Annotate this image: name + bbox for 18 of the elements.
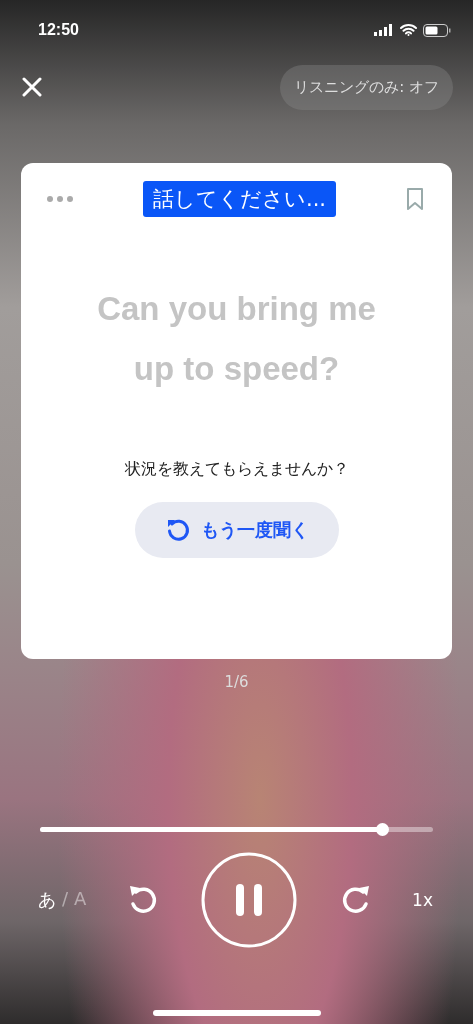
translation-text: 状況を教えてもらえませんか？ [124,459,349,480]
signal-icon [374,24,394,36]
progress-thumb[interactable] [375,823,389,836]
separator: / [62,888,69,911]
english-phrase: Can you bring me up to speed? [96,289,377,389]
wifi-icon [400,24,417,36]
page-counter: 1/6 [223,673,250,691]
status-time: 12:50 [38,21,79,39]
listening-only-toggle[interactable]: リスニングのみ: オフ [280,64,453,110]
replay-button[interactable]: もう一度聞く [134,502,339,558]
speak-prompt: 話してください... [143,181,336,217]
close-icon[interactable] [22,77,42,97]
language-option[interactable]: あ [38,888,56,912]
speed-button[interactable]: 1x [412,890,433,910]
more-icon[interactable] [47,196,73,202]
pause-icon[interactable] [201,852,298,948]
bookmark-icon[interactable] [406,187,424,211]
battery-icon [423,23,451,37]
